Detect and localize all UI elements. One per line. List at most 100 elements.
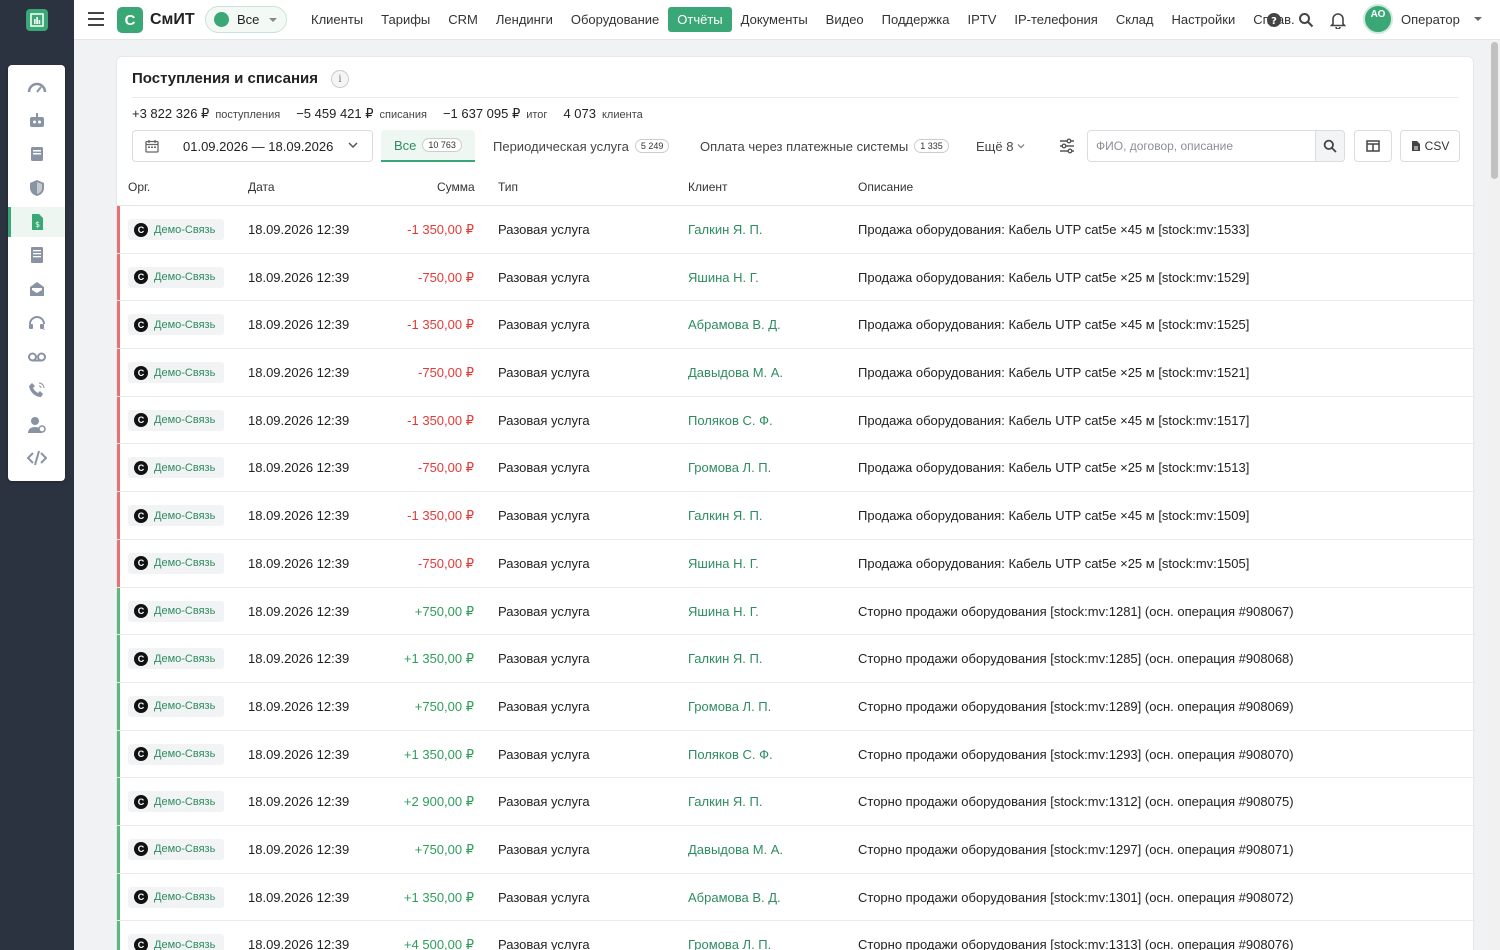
client-link[interactable]: Громова Л. П. xyxy=(688,460,771,475)
client-link[interactable]: Яшина Н. Г. xyxy=(688,604,759,619)
csv-export-button[interactable]: CSV xyxy=(1400,130,1460,162)
nav-warehouse[interactable]: Склад xyxy=(1107,7,1163,32)
headset-icon[interactable] xyxy=(8,308,65,338)
nav-ip-telephony[interactable]: IP-телефония xyxy=(1005,7,1106,32)
columns-button[interactable] xyxy=(1354,130,1392,162)
user-settings-icon[interactable] xyxy=(8,410,65,440)
client-link[interactable]: Галкин Я. П. xyxy=(688,794,762,809)
mail-box-icon[interactable] xyxy=(8,274,65,304)
table-row[interactable]: С Демо-Связь 18.09.2026 12:39 -1 350,00 ₽ Ра… xyxy=(117,492,1475,540)
filter-settings-icon[interactable] xyxy=(1059,138,1075,154)
org-badge[interactable]: С Демо-Связь xyxy=(128,552,224,574)
reports-logo[interactable] xyxy=(0,0,74,40)
nav-support[interactable]: Поддержка xyxy=(873,7,959,32)
list-doc-icon[interactable] xyxy=(8,240,65,270)
nav-tariffs[interactable]: Тарифы xyxy=(372,7,439,32)
date-range-picker[interactable]: 01.09.2026 — 18.09.2026 xyxy=(132,130,373,162)
client-link[interactable]: Поляков С. Ф. xyxy=(688,747,773,762)
table-row[interactable]: С Демо-Связь 18.09.2026 12:39 +2 900,00 ₽ Ра… xyxy=(117,778,1475,826)
nav-settings[interactable]: Настройки xyxy=(1162,7,1244,32)
column-date[interactable]: Дата xyxy=(248,180,275,194)
org-badge[interactable]: С Демо-Связь xyxy=(128,362,224,384)
nav-documents[interactable]: Документы xyxy=(732,7,817,32)
table-row[interactable]: С Демо-Связь 18.09.2026 12:39 -1 350,00 ₽ Ра… xyxy=(117,206,1475,254)
table-row[interactable]: С Демо-Связь 18.09.2026 12:39 +750,00 ₽ Разо… xyxy=(117,825,1475,874)
tab-more[interactable]: Ещё 8 xyxy=(976,130,1025,162)
org-badge[interactable]: С Демо-Связь xyxy=(128,600,224,622)
nav-clients[interactable]: Клиенты xyxy=(302,7,372,32)
nav-landings[interactable]: Лендинги xyxy=(487,7,562,32)
client-link[interactable]: Абрамова В. Д. xyxy=(688,317,781,332)
search-icon[interactable] xyxy=(1296,10,1316,30)
help-icon[interactable]: ? xyxy=(1264,10,1284,30)
robot-icon[interactable] xyxy=(8,106,65,136)
column-description[interactable]: Описание xyxy=(858,180,913,194)
search-input[interactable] xyxy=(1088,131,1316,161)
menu-toggle-icon[interactable] xyxy=(88,12,104,26)
client-link[interactable]: Яшина Н. Г. xyxy=(688,270,759,285)
table-row[interactable]: С Демо-Связь 18.09.2026 12:39 -1 350,00 ₽ Ра… xyxy=(117,396,1475,445)
org-badge[interactable]: С Демо-Связь xyxy=(128,457,224,479)
table-row[interactable]: С Демо-Связь 18.09.2026 12:39 +750,00 ₽ Разо… xyxy=(117,682,1475,731)
nav-reports[interactable]: Отчёты xyxy=(668,7,732,32)
dashboard-icon[interactable] xyxy=(8,73,65,103)
client-link[interactable]: Яшина Н. Г. xyxy=(688,556,759,571)
tab-all[interactable]: Все 10 763 xyxy=(381,130,475,162)
org-badge[interactable]: С Демо-Связь xyxy=(128,505,224,527)
tab-payment-systems[interactable]: Оплата через платежные системы 1 335 xyxy=(700,130,949,162)
org-badge[interactable]: С Демо-Связь xyxy=(128,791,224,813)
nav-crm[interactable]: CRM xyxy=(439,7,487,32)
table-row[interactable]: С Демо-Связь 18.09.2026 12:39 -750,00 ₽ Разо… xyxy=(117,349,1475,397)
brand[interactable]: С СмИТ xyxy=(117,6,195,34)
code-icon[interactable] xyxy=(8,443,65,473)
table-row[interactable]: С Демо-Связь 18.09.2026 12:39 +1 350,00 ₽ Ра… xyxy=(117,635,1475,683)
phone-call-icon[interactable] xyxy=(8,375,65,405)
nav-iptv[interactable]: IPTV xyxy=(958,7,1005,32)
org-badge[interactable]: С Демо-Связь xyxy=(128,838,224,860)
nav-equipment[interactable]: Оборудование xyxy=(562,7,668,32)
client-link[interactable]: Галкин Я. П. xyxy=(688,651,762,666)
table-row[interactable]: С Демо-Связь 18.09.2026 12:39 +4 500,00 ₽ Ра… xyxy=(117,921,1475,950)
nav-video[interactable]: Видео xyxy=(817,7,873,32)
org-badge[interactable]: С Демо-Связь xyxy=(128,695,224,717)
column-org[interactable]: Орг. xyxy=(128,180,150,194)
search-button[interactable] xyxy=(1315,131,1344,161)
org-badge[interactable]: С Демо-Связь xyxy=(128,219,224,240)
user-menu[interactable]: АО Оператор xyxy=(1363,4,1482,34)
scrollbar-thumb[interactable] xyxy=(1491,42,1498,179)
table-row[interactable]: С Демо-Связь 18.09.2026 12:39 +750,00 ₽ Разо… xyxy=(117,587,1475,636)
org-badge[interactable]: С Демо-Связь xyxy=(128,314,224,336)
org-badge[interactable]: С Демо-Связь xyxy=(128,266,224,288)
tab-periodic-service[interactable]: Периодическая услуга 5 249 xyxy=(493,130,670,162)
column-type[interactable]: Тип xyxy=(498,180,518,194)
table-row[interactable]: С Демо-Связь 18.09.2026 12:39 -750,00 ₽ Разо… xyxy=(117,444,1475,493)
table-row[interactable]: С Демо-Связь 18.09.2026 12:39 -1 350,00 ₽ Ра… xyxy=(117,301,1475,350)
org-selector[interactable]: Все xyxy=(205,6,287,33)
org-badge[interactable]: С Демо-Связь xyxy=(128,648,224,670)
table-row[interactable]: С Демо-Связь 18.09.2026 12:39 +1 350,00 ₽ Ра… xyxy=(117,730,1475,779)
client-link[interactable]: Поляков С. Ф. xyxy=(688,413,773,428)
column-client[interactable]: Клиент xyxy=(688,180,728,194)
finance-doc-icon[interactable]: $ xyxy=(8,207,65,237)
shield-icon[interactable] xyxy=(8,173,65,203)
client-link[interactable]: Галкин Я. П. xyxy=(688,222,762,237)
client-link[interactable]: Давыдова М. А. xyxy=(688,842,783,857)
org-badge[interactable]: С Демо-Связь xyxy=(128,743,224,765)
table-row[interactable]: С Демо-Связь 18.09.2026 12:39 +1 350,00 ₽ Ра… xyxy=(117,873,1475,922)
client-link[interactable]: Громова Л. П. xyxy=(688,937,771,950)
org-badge[interactable]: С Демо-Связь xyxy=(128,934,224,950)
column-sum[interactable]: Сумма xyxy=(437,180,475,194)
info-icon[interactable]: i xyxy=(331,70,349,88)
book-icon[interactable] xyxy=(8,139,65,169)
table-row[interactable]: С Демо-Связь 18.09.2026 12:39 -750,00 ₽ Разо… xyxy=(117,253,1475,302)
client-link[interactable]: Абрамова В. Д. xyxy=(688,890,781,905)
client-link[interactable]: Громова Л. П. xyxy=(688,699,771,714)
client-link[interactable]: Галкин Я. П. xyxy=(688,508,762,523)
org-badge[interactable]: С Демо-Связь xyxy=(128,886,224,908)
table-row[interactable]: С Демо-Связь 18.09.2026 12:39 -750,00 ₽ Разо… xyxy=(117,539,1475,588)
scrollbar[interactable] xyxy=(1489,40,1500,950)
org-badge[interactable]: С Демо-Связь xyxy=(128,409,224,431)
client-link[interactable]: Давыдова М. А. xyxy=(688,365,783,380)
bell-icon[interactable] xyxy=(1328,10,1348,30)
voicemail-icon[interactable] xyxy=(8,342,65,372)
